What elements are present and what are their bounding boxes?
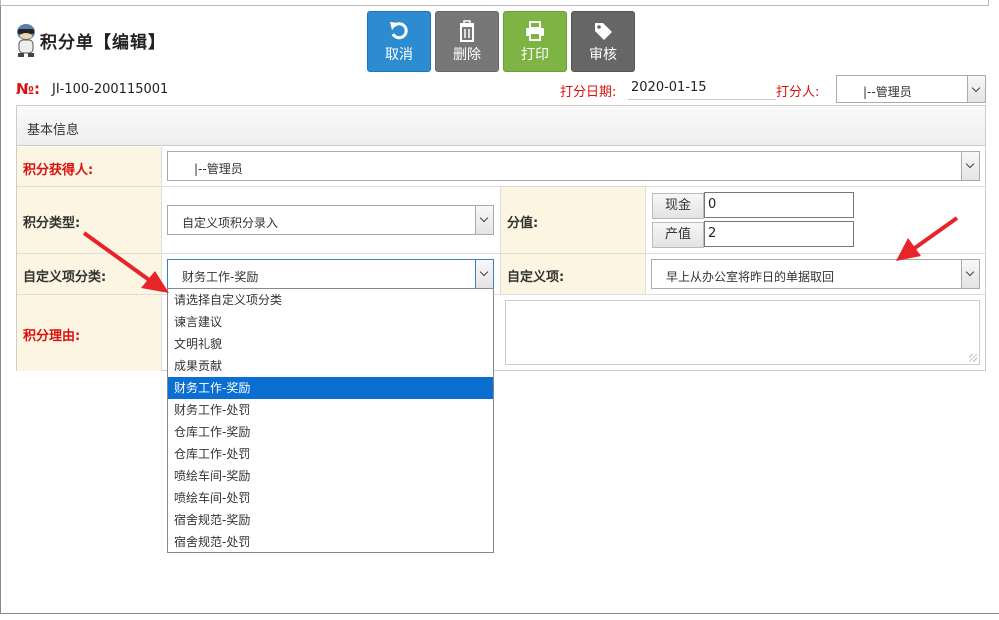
audit-button[interactable]: 审核 [571, 11, 635, 72]
chevron-down-icon [961, 152, 979, 180]
page-title: 积分单【编辑】 [40, 33, 166, 53]
category-label: 自定义项分类: [23, 270, 107, 285]
scorer-select-value: |--管理员 [863, 85, 912, 99]
output-input[interactable]: 2 [704, 221, 854, 247]
recipient-label-cell: 积分获得人: [17, 147, 162, 187]
number-value: JI-100-200115001 [52, 82, 169, 97]
type-label-cell: 积分类型: [17, 187, 162, 254]
panel-title: 基本信息 [27, 123, 80, 138]
dropdown-option[interactable]: 宿舍规范-处罚 [168, 531, 493, 553]
undo-icon [390, 22, 408, 40]
reason-textarea[interactable] [505, 300, 980, 365]
chevron-down-icon [961, 260, 979, 288]
recipient-label: 积分获得人: [23, 163, 94, 178]
dropdown-option[interactable]: 仓库工作-奖励 [168, 421, 493, 443]
panel-header: 基本信息 [17, 106, 985, 146]
recipient-select-value: |--管理员 [194, 162, 243, 176]
top-bar [0, 0, 989, 6]
number-label: №: [16, 80, 41, 98]
category-select-value: 财务工作-奖励 [182, 270, 259, 284]
chevron-down-icon [475, 206, 493, 234]
type-select[interactable]: 自定义项积分录入 [167, 205, 494, 235]
dropdown-option[interactable]: 财务工作-处罚 [168, 399, 493, 421]
dropdown-option[interactable]: 喷绘车间-奖励 [168, 465, 493, 487]
chevron-down-icon [475, 260, 493, 288]
date-label: 打分日期: [560, 85, 617, 100]
scorer-select[interactable]: |--管理员 [836, 75, 986, 103]
print-button-label: 打印 [521, 47, 549, 63]
dropdown-option[interactable]: 成果贡献 [168, 355, 493, 377]
type-select-value: 自定义项积分录入 [182, 216, 279, 230]
category-label-cell: 自定义项分类: [17, 254, 162, 295]
reason-label: 积分理由: [23, 329, 81, 344]
dropdown-option[interactable]: 宿舍规范-奖励 [168, 509, 493, 531]
dropdown-option[interactable]: 仓库工作-处罚 [168, 443, 493, 465]
reason-label-cell: 积分理由: [17, 295, 162, 371]
item-select[interactable]: 早上从办公室将昨日的单据取回 [651, 259, 980, 289]
dropdown-option-selected[interactable]: 财务工作-奖励 [168, 377, 493, 399]
item-label-cell: 自定义项: [501, 254, 646, 295]
trash-icon [460, 20, 474, 42]
score-label: 分值: [507, 216, 539, 231]
item-label: 自定义项: [507, 270, 565, 285]
chevron-down-icon [967, 76, 985, 102]
score-label-cell: 分值: [501, 187, 646, 254]
dropdown-option[interactable]: 请选择自定义项分类 [168, 289, 493, 311]
date-input[interactable] [628, 76, 776, 100]
dropdown-option[interactable]: 文明礼貌 [168, 333, 493, 355]
printer-icon [526, 21, 544, 41]
delete-button[interactable]: 删除 [435, 11, 499, 72]
cancel-button-label: 取消 [385, 47, 413, 63]
cash-input[interactable]: 0 [704, 192, 854, 218]
category-dropdown-list[interactable]: 请选择自定义项分类 谏言建议 文明礼貌 成果贡献 财务工作-奖励 财务工作-处罚… [167, 288, 494, 553]
type-label: 积分类型: [23, 216, 81, 231]
delete-button-label: 删除 [453, 47, 481, 63]
cash-addon: 现金 [652, 193, 704, 219]
print-button[interactable]: 打印 [503, 11, 567, 72]
category-select[interactable]: 财务工作-奖励 [167, 259, 494, 289]
output-addon: 产值 [652, 222, 704, 248]
dropdown-option[interactable]: 谏言建议 [168, 311, 493, 333]
mascot-logo-icon [17, 24, 35, 57]
cancel-button[interactable]: 取消 [367, 11, 431, 72]
scorer-label: 打分人: [776, 85, 820, 100]
dropdown-option[interactable]: 喷绘车间-处罚 [168, 487, 493, 509]
item-select-value: 早上从办公室将昨日的单据取回 [666, 270, 835, 284]
recipient-select[interactable]: |--管理员 [167, 151, 980, 181]
resize-grip-icon[interactable] [969, 354, 977, 362]
tag-icon [595, 23, 612, 40]
audit-button-label: 审核 [589, 47, 617, 63]
